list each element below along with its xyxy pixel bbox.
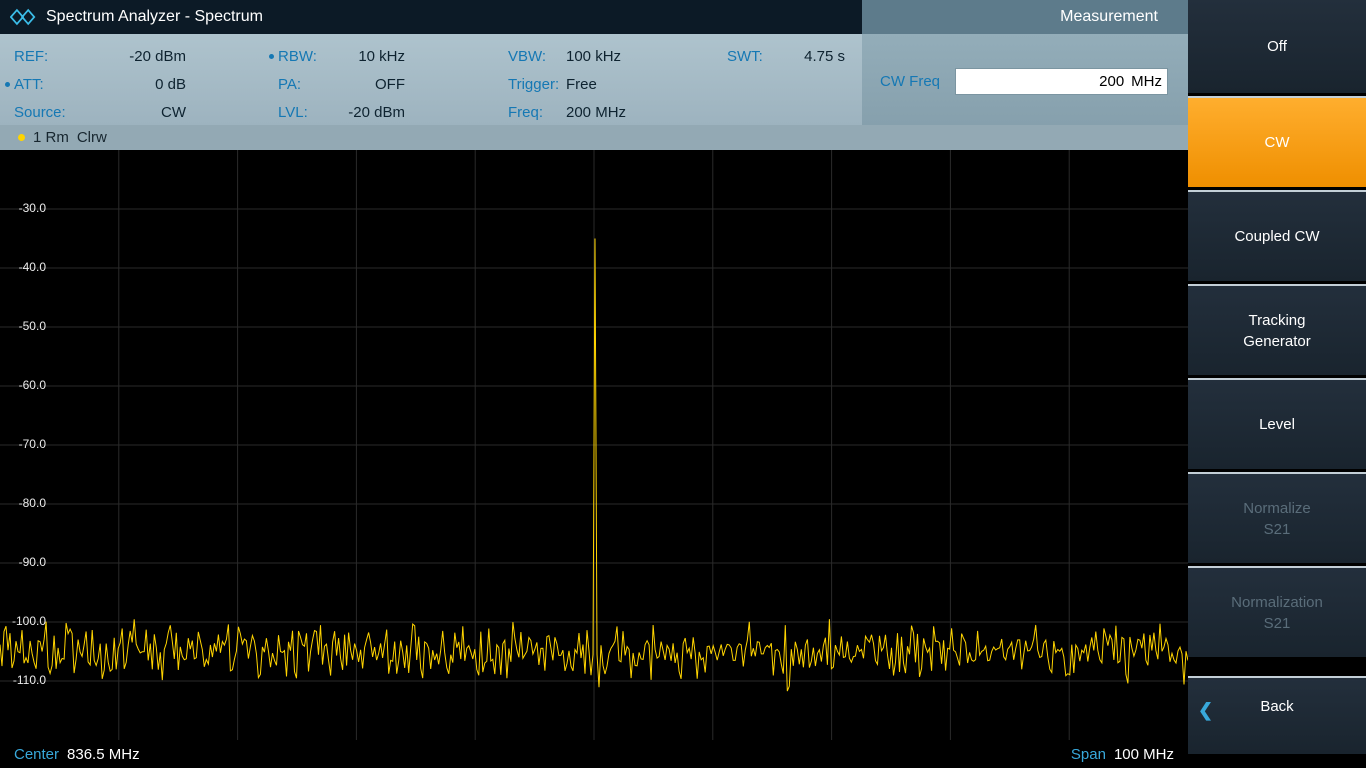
lvl-value: -20 dBm bbox=[348, 104, 405, 121]
frequency-footer: Center 836.5 MHz Span 100 MHz bbox=[0, 740, 1188, 768]
modified-dot bbox=[269, 54, 274, 59]
att-label: ATT: bbox=[14, 76, 44, 93]
softkey-normalization-s21[interactable]: Normalization S21 bbox=[1188, 566, 1366, 657]
y-axis-tick-label: -70.0 bbox=[0, 437, 46, 451]
settings-column-bandwidth: RBW: 10 kHz PA: OFF LVL: -20 dBm bbox=[278, 42, 405, 126]
center-freq-value: 836.5 MHz bbox=[67, 746, 140, 763]
swt-label: SWT: bbox=[727, 48, 763, 65]
cw-freq-panel: CW Freq 200 MHz bbox=[862, 34, 1188, 125]
source-value: CW bbox=[161, 104, 186, 121]
app-title: Spectrum Analyzer - Spectrum bbox=[46, 8, 263, 26]
y-axis-tick-label: -110.0 bbox=[0, 673, 46, 687]
cw-freq-unit: MHz bbox=[1131, 73, 1162, 90]
rbw-row: RBW: 10 kHz bbox=[278, 42, 405, 70]
softkey-cw[interactable]: CW bbox=[1188, 96, 1366, 187]
softkey-back[interactable]: ❮ Back bbox=[1188, 676, 1366, 754]
softkey-tracking-generator[interactable]: Tracking Generator bbox=[1188, 284, 1366, 375]
y-axis-tick-label: -30.0 bbox=[0, 201, 46, 215]
span-frequency: Span 100 MHz bbox=[1071, 746, 1174, 763]
settings-column-trigger: VBW: 100 kHz Trigger: Free Freq: 200 MHz bbox=[508, 42, 668, 126]
spectrum-plot[interactable]: -30.0 -40.0 -50.0 -60.0 -70.0 -80.0 -90.0 -100.… bbox=[0, 150, 1188, 740]
swt-row: SWT: 4.75 s bbox=[727, 42, 845, 70]
softkey-off[interactable]: Off bbox=[1188, 0, 1366, 93]
trace-number: 1 Rm bbox=[33, 129, 69, 146]
y-axis-tick-label: -50.0 bbox=[0, 319, 46, 333]
ref-row: REF: -20 dBm bbox=[14, 42, 186, 70]
pa-row: PA: OFF bbox=[278, 70, 405, 98]
trigger-label: Trigger: bbox=[508, 76, 566, 93]
center-freq-label: Center bbox=[14, 746, 59, 763]
back-label: Back bbox=[1260, 696, 1293, 717]
softkey-menu-title: Measurement bbox=[862, 0, 1188, 34]
trace-mode: Clrw bbox=[77, 129, 107, 146]
softkey-normalize-s21[interactable]: Normalize S21 bbox=[1188, 472, 1366, 563]
att-row: ATT: 0 dB bbox=[14, 70, 186, 98]
y-axis-labels: -30.0 -40.0 -50.0 -60.0 -70.0 -80.0 -90.0 -100.… bbox=[0, 150, 48, 740]
cw-freq-value: 200 bbox=[1099, 73, 1124, 90]
y-axis-tick-label: -40.0 bbox=[0, 260, 46, 274]
settings-column-amplitude: REF: -20 dBm ATT: 0 dB Source: CW bbox=[14, 42, 186, 126]
y-axis-tick-label: -80.0 bbox=[0, 496, 46, 510]
trace-canvas bbox=[0, 150, 1188, 740]
pa-value: OFF bbox=[375, 76, 405, 93]
trigger-value: Free bbox=[566, 76, 597, 93]
ref-label: REF: bbox=[14, 48, 48, 65]
vbw-value: 100 kHz bbox=[566, 48, 621, 65]
y-axis-tick-label: -100.0 bbox=[0, 614, 46, 628]
freq-value: 200 MHz bbox=[566, 104, 626, 121]
swt-value: 4.75 s bbox=[804, 48, 845, 65]
span-value: 100 MHz bbox=[1114, 746, 1174, 763]
span-label: Span bbox=[1071, 746, 1106, 763]
cw-freq-label: CW Freq bbox=[880, 73, 940, 90]
title-bar: Spectrum Analyzer - Spectrum bbox=[0, 0, 862, 34]
freq-row: Freq: 200 MHz bbox=[508, 98, 668, 126]
settings-column-sweep: SWT: 4.75 s bbox=[727, 42, 845, 70]
source-label: Source: bbox=[14, 104, 66, 121]
lvl-label: LVL: bbox=[278, 104, 308, 121]
rbw-label: RBW: bbox=[278, 48, 317, 65]
lvl-row: LVL: -20 dBm bbox=[278, 98, 405, 126]
chevron-left-icon: ❮ bbox=[1198, 700, 1213, 721]
y-axis-tick-label: -60.0 bbox=[0, 378, 46, 392]
softkey-level[interactable]: Level bbox=[1188, 378, 1366, 469]
center-frequency: Center 836.5 MHz bbox=[14, 746, 140, 763]
trigger-row: Trigger: Free bbox=[508, 70, 668, 98]
spectrum-analyzer-screen: Spectrum Analyzer - Spectrum Measurement… bbox=[0, 0, 1366, 768]
y-axis-tick-label: -90.0 bbox=[0, 555, 46, 569]
settings-panel: REF: -20 dBm ATT: 0 dB Source: CW RBW: 1… bbox=[0, 34, 862, 125]
freq-label: Freq: bbox=[508, 104, 566, 121]
trace-info-bar: 1 Rm Clrw bbox=[0, 125, 1188, 150]
modified-dot bbox=[5, 82, 10, 87]
ref-value: -20 dBm bbox=[129, 48, 186, 65]
source-row: Source: CW bbox=[14, 98, 186, 126]
trace1-color-dot bbox=[18, 134, 25, 141]
rohde-schwarz-logo bbox=[10, 8, 36, 26]
vbw-row: VBW: 100 kHz bbox=[508, 42, 668, 70]
cw-freq-input[interactable]: 200 MHz bbox=[955, 68, 1168, 95]
softkey-column: Off CW Coupled CW Tracking Generator Lev… bbox=[1188, 0, 1366, 768]
rbw-value: 10 kHz bbox=[358, 48, 405, 65]
softkey-coupled-cw[interactable]: Coupled CW bbox=[1188, 190, 1366, 281]
att-value: 0 dB bbox=[155, 76, 186, 93]
pa-label: PA: bbox=[278, 76, 301, 93]
vbw-label: VBW: bbox=[508, 48, 566, 65]
